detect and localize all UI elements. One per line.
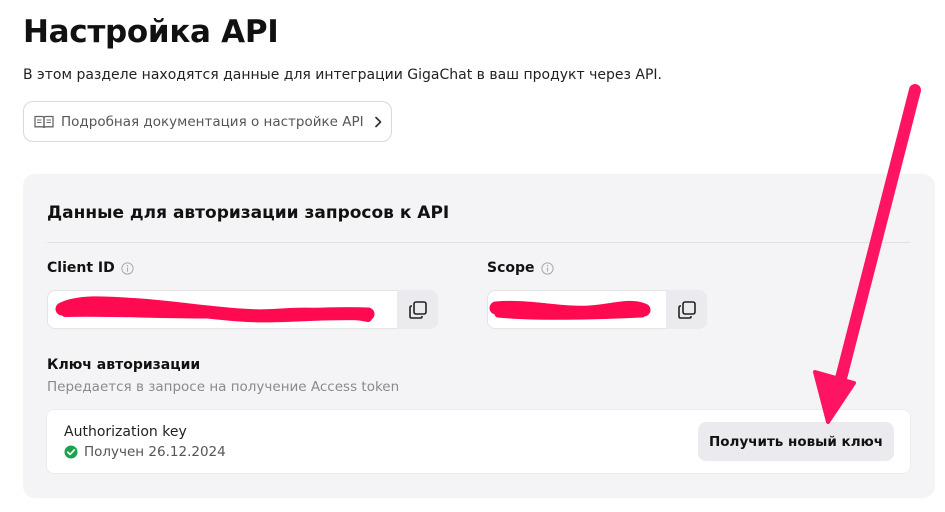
copy-icon <box>677 300 697 320</box>
auth-key-row: Authorization key Получен 26.12.2024 Пол… <box>46 409 911 474</box>
auth-key-status: Получен 26.12.2024 <box>64 444 226 460</box>
info-icon[interactable] <box>540 261 554 275</box>
page-description: В этом разделе находятся данные для инте… <box>23 67 662 83</box>
auth-key-status-text: Получен 26.12.2024 <box>84 444 226 460</box>
client-id-copy-button[interactable] <box>397 290 438 329</box>
client-id-label: Client ID <box>47 260 134 276</box>
auth-key-subtitle: Передается в запросе на получение Access… <box>47 379 400 395</box>
auth-data-card: Данные для авторизации запросов к API Cl… <box>23 174 935 498</box>
client-id-label-text: Client ID <box>47 260 115 276</box>
book-icon <box>34 114 54 130</box>
info-icon[interactable] <box>121 261 134 275</box>
client-id-value[interactable]: …191…4eca-a046-9…a <box>47 290 398 329</box>
divider <box>47 242 910 243</box>
documentation-link-label: Подробная документация о настройке API <box>61 113 364 130</box>
auth-key-name: Authorization key <box>64 424 187 440</box>
page-title: Настройка API <box>23 14 279 50</box>
auth-key-title: Ключ авторизации <box>47 357 201 373</box>
scope-copy-button[interactable] <box>666 290 707 329</box>
chevron-right-icon <box>374 116 382 128</box>
copy-icon <box>408 300 428 320</box>
documentation-link[interactable]: Подробная документация о настройке API <box>23 101 392 142</box>
scope-label-text: Scope <box>487 260 535 276</box>
get-new-key-button[interactable]: Получить новый ключ <box>698 422 894 461</box>
card-title: Данные для авторизации запросов к API <box>47 203 450 223</box>
scope-label: Scope <box>487 260 554 276</box>
scope-value[interactable]: …ABS…S <box>487 290 667 329</box>
check-circle-icon <box>64 445 78 459</box>
